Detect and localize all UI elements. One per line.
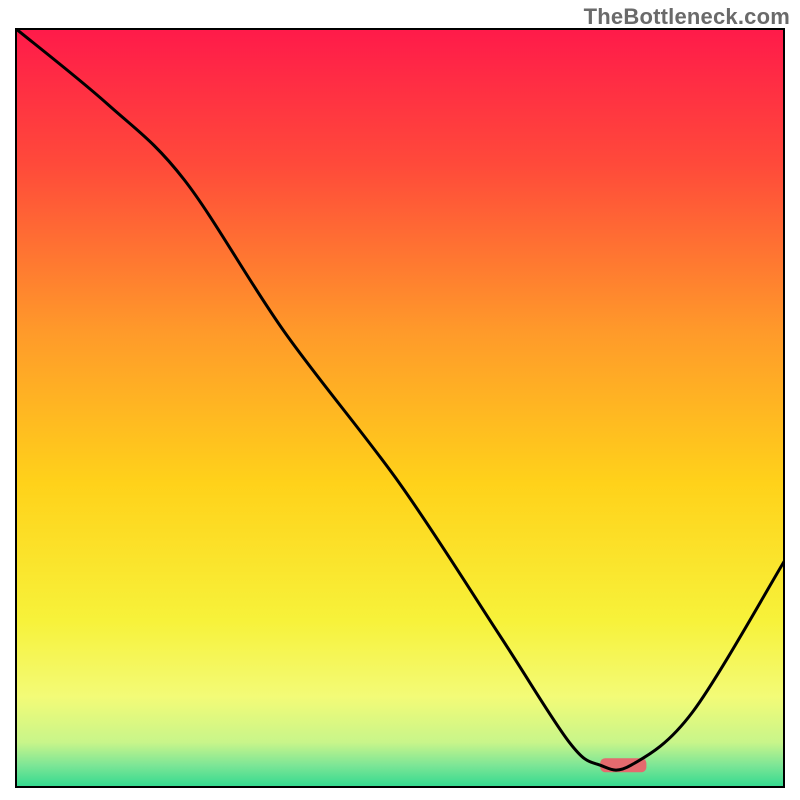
bottleneck-plot — [15, 28, 785, 788]
chart-svg — [15, 28, 785, 788]
chart-container: { "watermark": "TheBottleneck.com", "cha… — [0, 0, 800, 800]
watermark-text: TheBottleneck.com — [584, 4, 790, 30]
gradient-background — [15, 28, 785, 788]
